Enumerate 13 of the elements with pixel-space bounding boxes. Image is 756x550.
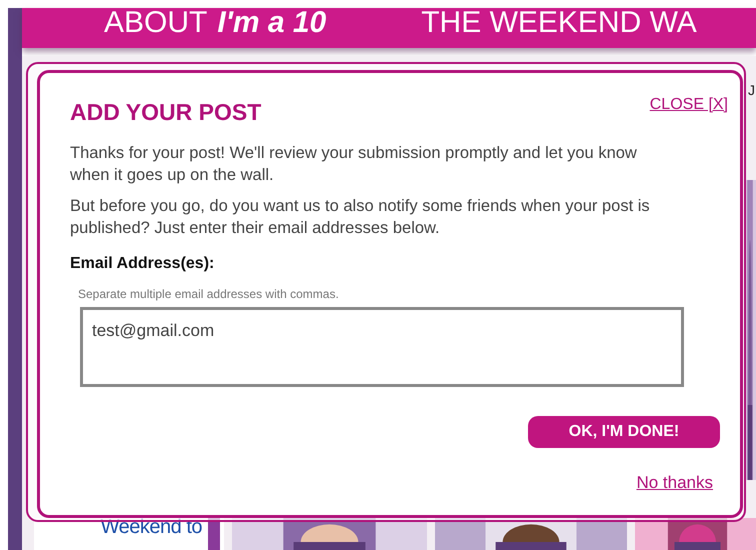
no-thanks-link[interactable]: No thanks [636, 470, 713, 495]
nav-link[interactable]: ABOUT [104, 8, 208, 38]
dialog-title: ADD YOUR POST [70, 98, 262, 127]
field-label: Email Address(es): [70, 254, 216, 274]
close-link[interactable]: CLOSE [X] [650, 93, 728, 117]
field-hint: Separate multiple email addresses with commas. [78, 286, 340, 302]
email-field[interactable]: test@gmail.com [80, 306, 684, 386]
message-text: But before you go, do you want us to also notify some friends when your post is published? Just enter their email addresses below. [70, 196, 651, 238]
done-button[interactable]: OK, I'M DONE! [528, 416, 720, 448]
brand-logo: I'm a 10 [217, 8, 326, 38]
side-text: J [748, 82, 755, 98]
nav-link[interactable]: THE WEEKEND WA [421, 8, 697, 38]
message-text: Thanks for your post! We'll review your submission promptly and let you know when it goes up on the wall. [70, 142, 638, 186]
